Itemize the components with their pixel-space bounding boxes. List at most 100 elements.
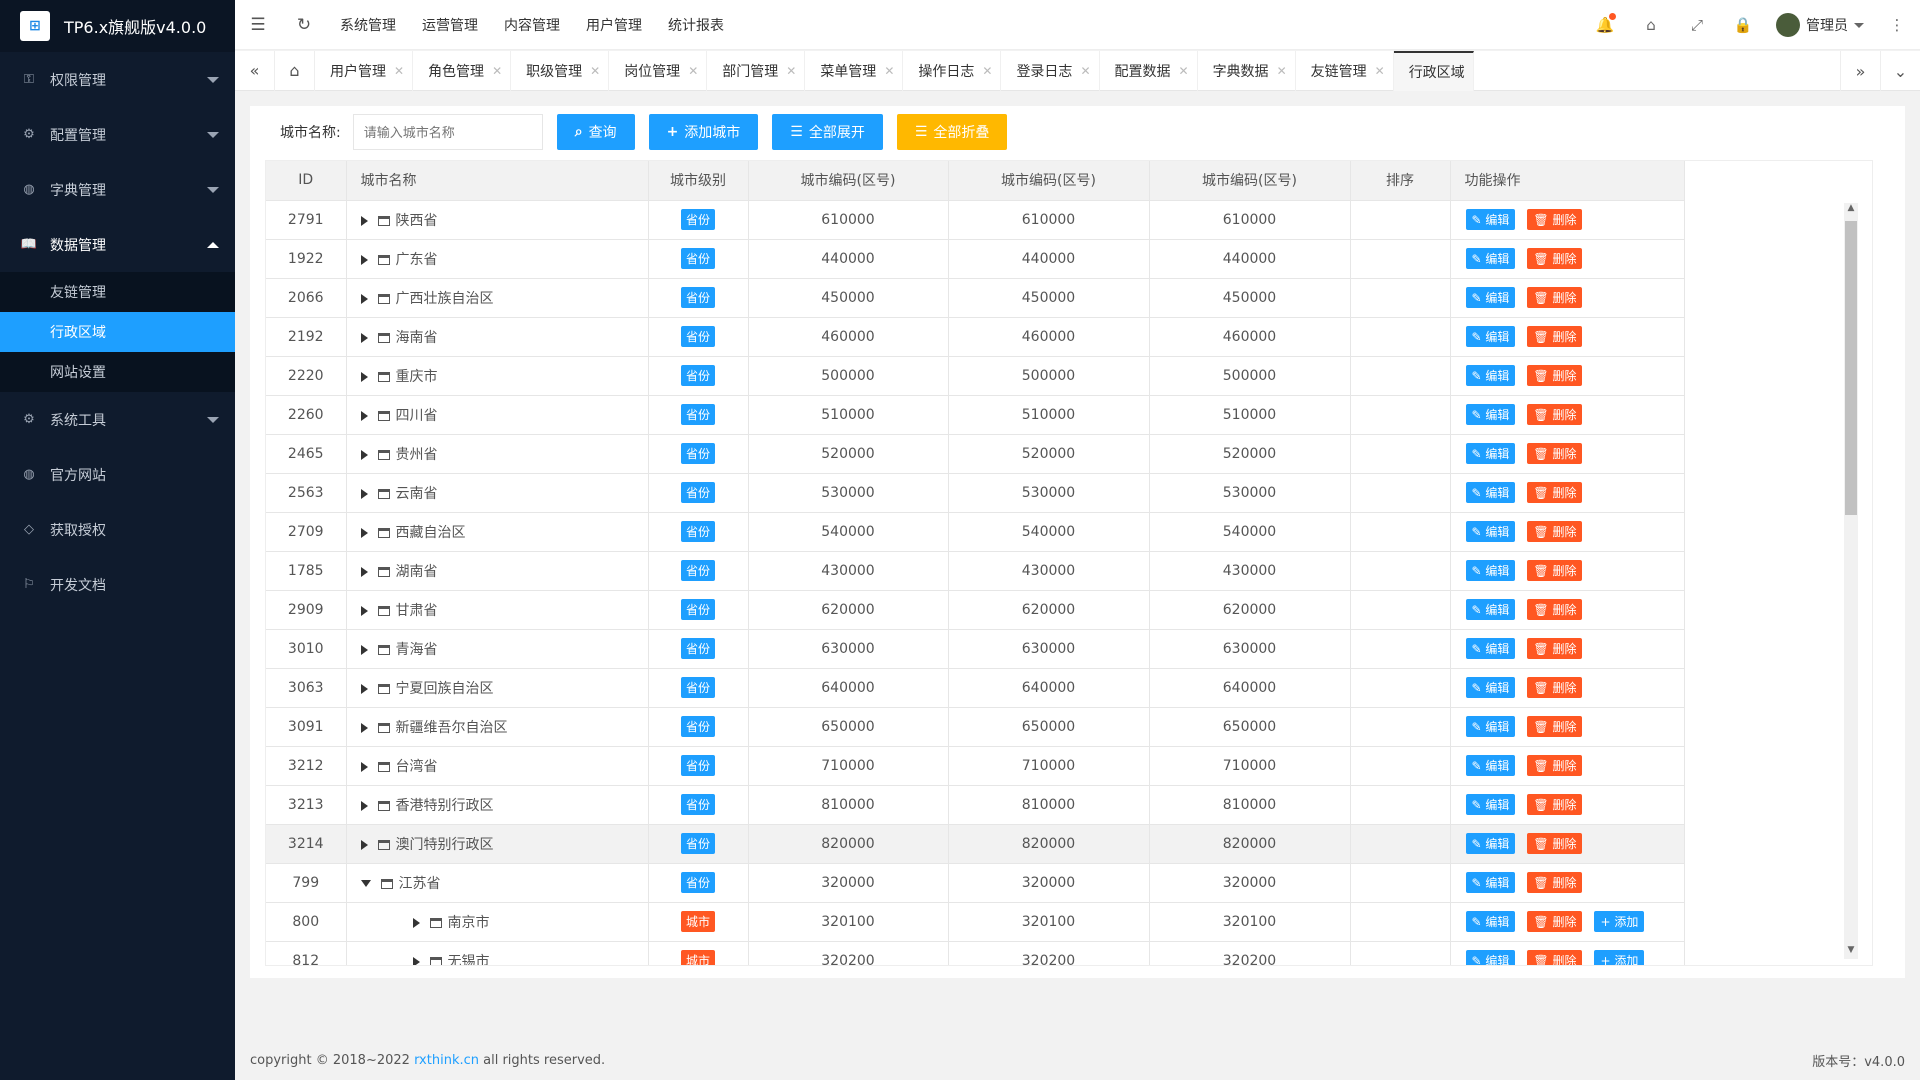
sidebar-item-dictionary[interactable]: ◍ 字典管理 (0, 162, 235, 217)
tabs-scroll-left-icon[interactable]: « (235, 50, 275, 91)
edit-button[interactable]: ✎ 编辑 (1465, 833, 1516, 854)
app-logo[interactable]: ⊞ TP6.x旗舰版v4.0.0 (0, 0, 235, 52)
table-row[interactable]: 2909 甘肃省 省份 620000 620000 620000 ✎ 编辑 🗑 删除 (266, 590, 1685, 630)
table-row[interactable]: 3214 澳门特别行政区 省份 820000 820000 820000 ✎ 编辑 🗑 删除 (266, 824, 1685, 864)
table-row[interactable]: 2260 四川省 省份 510000 510000 510000 ✎ 编辑 🗑 删除 (266, 395, 1685, 435)
table-row[interactable]: 2192 海南省 省份 460000 460000 460000 ✎ 编辑 🗑 删除 (266, 317, 1685, 357)
sidebar-subitem-region[interactable]: 行政区域 (0, 312, 235, 352)
menu-toggle-icon[interactable]: ☰ (235, 15, 281, 35)
scroll-up-icon[interactable]: ▲ (1844, 203, 1858, 217)
user-menu[interactable]: 管理员 (1766, 13, 1874, 37)
delete-button[interactable]: 🗑 删除 (1527, 950, 1583, 965)
delete-button[interactable]: 🗑 删除 (1527, 287, 1583, 308)
edit-button[interactable]: ✎ 编辑 (1465, 755, 1516, 776)
edit-button[interactable]: ✎ 编辑 (1465, 599, 1516, 620)
tabs-dropdown-icon[interactable]: ⌄ (1880, 51, 1920, 91)
top-nav-users[interactable]: 用户管理 (573, 15, 655, 35)
delete-button[interactable]: 🗑 删除 (1527, 209, 1583, 230)
delete-button[interactable]: 🗑 删除 (1527, 248, 1583, 269)
tab-links[interactable]: 友链管理 ✕ (1296, 50, 1394, 91)
edit-button[interactable]: ✎ 编辑 (1465, 911, 1516, 932)
caret-right-icon[interactable] (360, 449, 368, 460)
caret-right-icon[interactable] (360, 722, 368, 733)
caret-right-icon[interactable] (360, 254, 368, 265)
caret-right-icon[interactable] (360, 332, 368, 343)
close-icon[interactable]: ✕ (1080, 64, 1090, 78)
add-button[interactable]: + 添加 (1594, 911, 1645, 932)
table-row[interactable]: 2066 广西壮族自治区 省份 450000 450000 450000 ✎ 编辑 🗑 删除 (266, 278, 1685, 318)
edit-button[interactable]: ✎ 编辑 (1465, 950, 1516, 965)
edit-button[interactable]: ✎ 编辑 (1465, 521, 1516, 542)
delete-button[interactable]: 🗑 删除 (1527, 443, 1583, 464)
close-icon[interactable]: ✕ (394, 64, 404, 78)
table-row[interactable]: 2220 重庆市 省份 500000 500000 500000 ✎ 编辑 🗑 删除 (266, 356, 1685, 396)
col-code-1[interactable]: 城市编码(区号) (748, 161, 949, 201)
col-city-name[interactable]: 城市名称 (346, 161, 649, 201)
caret-right-icon[interactable] (360, 566, 368, 577)
caret-right-icon[interactable] (360, 800, 368, 811)
tab-dict-data[interactable]: 字典数据 ✕ (1198, 50, 1296, 91)
collapse-all-button[interactable]: ☰ 全部折叠 (896, 114, 1008, 150)
close-icon[interactable]: ✕ (1277, 64, 1287, 78)
caret-right-icon[interactable] (360, 410, 368, 421)
close-icon[interactable]: ✕ (590, 64, 600, 78)
caret-right-icon[interactable] (360, 215, 368, 226)
delete-button[interactable]: 🗑 删除 (1527, 677, 1583, 698)
tab-region[interactable]: 行政区域 (1393, 50, 1474, 91)
table-row[interactable]: 812 无锡市 城市 320200 320200 320200 ✎ 编辑 🗑 删除 + 添加 (266, 941, 1685, 965)
lock-icon[interactable]: 🔒 (1720, 16, 1766, 34)
add-button[interactable]: + 添加 (1594, 950, 1645, 965)
table-row[interactable]: 2563 云南省 省份 530000 530000 530000 ✎ 编辑 🗑 删除 (266, 473, 1685, 513)
delete-button[interactable]: 🗑 删除 (1527, 755, 1583, 776)
sidebar-subitem-site-settings[interactable]: 网站设置 (0, 352, 235, 392)
caret-right-icon[interactable] (360, 683, 368, 694)
col-code-3[interactable]: 城市编码(区号) (1149, 161, 1351, 201)
table-row[interactable]: 2791 陕西省 省份 610000 610000 610000 ✎ 编辑 🗑 删除 (266, 200, 1685, 240)
delete-button[interactable]: 🗑 删除 (1527, 716, 1583, 737)
close-icon[interactable]: ✕ (688, 64, 698, 78)
tab-operation-log[interactable]: 操作日志 ✕ (903, 50, 1002, 91)
sidebar-item-permission[interactable]: ⚿ 权限管理 (0, 52, 235, 107)
edit-button[interactable]: ✎ 编辑 (1465, 443, 1516, 464)
close-icon[interactable]: ✕ (1375, 64, 1385, 78)
sidebar-item-config[interactable]: ⚙ 配置管理 (0, 107, 235, 162)
close-icon[interactable]: ✕ (786, 64, 796, 78)
footer-link[interactable]: rxthink.cn (414, 1053, 479, 1068)
delete-button[interactable]: 🗑 删除 (1527, 872, 1583, 893)
delete-button[interactable]: 🗑 删除 (1527, 326, 1583, 347)
top-nav-reports[interactable]: 统计报表 (655, 15, 737, 35)
tab-login-log[interactable]: 登录日志 ✕ (1001, 50, 1100, 91)
delete-button[interactable]: 🗑 删除 (1527, 482, 1583, 503)
edit-button[interactable]: ✎ 编辑 (1465, 716, 1516, 737)
table-row[interactable]: 1785 湖南省 省份 430000 430000 430000 ✎ 编辑 🗑 删除 (266, 551, 1685, 591)
edit-button[interactable]: ✎ 编辑 (1465, 482, 1516, 503)
top-nav-content[interactable]: 内容管理 (491, 15, 573, 35)
close-icon[interactable]: ✕ (884, 64, 894, 78)
delete-button[interactable]: 🗑 删除 (1527, 365, 1583, 386)
caret-right-icon[interactable] (360, 644, 368, 655)
tab-menu[interactable]: 菜单管理 ✕ (805, 50, 904, 91)
bell-icon[interactable]: 🔔 (1582, 13, 1628, 34)
caret-right-icon[interactable] (360, 839, 368, 850)
close-icon[interactable]: ✕ (492, 64, 502, 78)
edit-button[interactable]: ✎ 编辑 (1465, 287, 1516, 308)
table-row[interactable]: 800 南京市 城市 320100 320100 320100 ✎ 编辑 🗑 删除 + 添加 (266, 902, 1685, 942)
table-row[interactable]: 2465 贵州省 省份 520000 520000 520000 ✎ 编辑 🗑 删除 (266, 434, 1685, 474)
table-scrollbar[interactable]: ▲ ▼ (1844, 203, 1858, 959)
delete-button[interactable]: 🗑 删除 (1527, 833, 1583, 854)
edit-button[interactable]: ✎ 编辑 (1465, 209, 1516, 230)
table-row[interactable]: 3063 宁夏回族自治区 省份 640000 640000 640000 ✎ 编辑 🗑 删除 (266, 668, 1685, 708)
home-icon[interactable]: ⌂ (275, 50, 315, 91)
sidebar-item-license[interactable]: ◇ 获取授权 (0, 502, 235, 557)
caret-right-icon[interactable] (412, 917, 420, 928)
caret-right-icon[interactable] (360, 527, 368, 538)
edit-button[interactable]: ✎ 编辑 (1465, 794, 1516, 815)
add-city-button[interactable]: + 添加城市 (648, 114, 759, 150)
edit-button[interactable]: ✎ 编辑 (1465, 872, 1516, 893)
edit-button[interactable]: ✎ 编辑 (1465, 365, 1516, 386)
city-name-input[interactable] (352, 114, 543, 150)
tab-position[interactable]: 岗位管理 ✕ (609, 50, 708, 91)
col-code-2[interactable]: 城市编码(区号) (948, 161, 1150, 201)
sidebar-item-tools[interactable]: ⚙ 系统工具 (0, 392, 235, 447)
table-row[interactable]: 3212 台湾省 省份 710000 710000 710000 ✎ 编辑 🗑 删除 (266, 746, 1685, 786)
